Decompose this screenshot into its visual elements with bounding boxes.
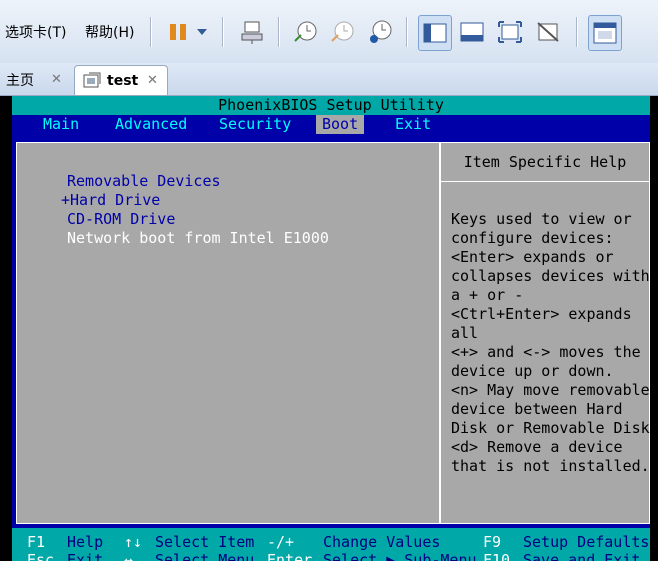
unity-button[interactable] [532, 15, 564, 49]
help-line: <Ctrl+Enter> expands [451, 305, 632, 323]
help-line: <d> Remove a device [451, 438, 623, 456]
help-line: all [451, 324, 479, 342]
network-computer-icon [241, 21, 263, 44]
tab-label: 主页 [6, 72, 34, 89]
revert-clock-icon [331, 21, 354, 42]
full-screen-icon [498, 21, 522, 43]
bios-key-legend: F1 Help ↑↓ Select Item -/+ Change Values… [12, 528, 650, 561]
vm-console[interactable]: PhoenixBIOS Setup Utility Main Advanced … [0, 96, 658, 561]
tab-label: test [107, 72, 139, 89]
help-line: <Enter> expands or [451, 248, 614, 266]
console-view-button[interactable] [588, 15, 622, 51]
key-desc: Setup Defaults [523, 533, 650, 551]
snapshot-manager-button[interactable] [364, 15, 396, 49]
chevron-down-icon [197, 29, 207, 35]
bios-menu-exit[interactable]: Exit [389, 115, 437, 134]
key-enter: Enter [267, 551, 313, 561]
help-line: device between Hard [451, 400, 623, 418]
show-library-button[interactable] [418, 15, 452, 51]
help-line: that is not installed. [451, 457, 650, 475]
boot-item-removable[interactable]: Removable Devices [67, 172, 221, 191]
snapshot-manager-icon [370, 20, 392, 43]
boot-item-hard-drive[interactable]: +Hard Drive [61, 191, 160, 210]
help-line: Keys used to view or [451, 210, 632, 228]
bios-menu-main[interactable]: Main [37, 115, 85, 134]
bios-title: PhoenixBIOS Setup Utility [12, 96, 650, 115]
help-line: a + or - [451, 286, 524, 304]
toolbar-separator [222, 17, 224, 47]
key-arrows-leftright: ↔ [124, 551, 134, 561]
bios-screen: PhoenixBIOS Setup Utility Main Advanced … [12, 96, 650, 561]
full-screen-button[interactable] [494, 15, 526, 49]
menu-tabs[interactable]: 选项卡(T) [5, 22, 66, 42]
toolbar-separator [150, 17, 152, 47]
vm-toolbar: 选项卡(T) 帮助(H) [0, 0, 658, 64]
boot-item-cdrom[interactable]: CD-ROM Drive [67, 210, 175, 229]
show-thumbnail-button[interactable] [456, 15, 488, 49]
pause-icon [170, 24, 186, 40]
item-help-panel: Item Specific Help Keys used to view or … [440, 142, 650, 524]
toolbar-separator [278, 17, 280, 47]
help-line: <n> May move removable [451, 381, 650, 399]
menu-help[interactable]: 帮助(H) [85, 22, 134, 42]
key-arrows-updown: ↑↓ [124, 533, 143, 551]
vm-icon [83, 72, 101, 87]
bios-menu-advanced[interactable]: Advanced [109, 115, 193, 134]
bios-menu-boot[interactable]: Boot [316, 115, 365, 134]
snapshot-clock-icon [294, 21, 317, 42]
key-minus-plus: -/+ [267, 533, 295, 551]
help-line: <+> and <-> moves the [451, 343, 641, 361]
tab-test[interactable]: test ✕ [74, 65, 168, 95]
boot-order-panel: Removable Devices +Hard Drive CD-ROM Dri… [16, 142, 440, 524]
revert-snapshot-button[interactable] [327, 15, 359, 49]
key-f10: F10 [483, 551, 511, 561]
bios-menubar: Main Advanced Security Boot Exit [12, 115, 650, 134]
vm-tab-strip: 主页 ✕ test ✕ [0, 63, 658, 96]
console-view-icon [593, 22, 617, 44]
key-desc: Help [67, 533, 104, 551]
power-dropdown-button[interactable] [190, 15, 214, 49]
key-esc: Esc [27, 551, 55, 561]
help-line: collapses devices with [451, 267, 650, 285]
help-line: Disk or Removable Disk [451, 419, 650, 437]
key-desc: Select Menu [155, 551, 255, 561]
tab-home[interactable]: 主页 ✕ [0, 65, 68, 94]
toolbar-separator [576, 17, 578, 47]
key-desc: Change Values [323, 533, 441, 551]
key-f1: F1 [27, 533, 46, 551]
close-icon[interactable]: ✕ [51, 72, 62, 87]
bios-menu-security[interactable]: Security [213, 115, 297, 134]
key-desc: Select ▶ Sub-Menu [323, 551, 477, 561]
toolbar-separator [406, 17, 408, 47]
key-desc: Exit [67, 551, 104, 561]
key-desc: Select Item [155, 533, 255, 551]
library-panel-icon [423, 23, 447, 43]
unity-mode-icon [537, 22, 559, 42]
help-line: configure devices: [451, 229, 614, 247]
key-desc: Save and Exit [523, 551, 641, 561]
help-line: device up or down. [451, 362, 614, 380]
thumbnail-bar-icon [460, 22, 484, 42]
close-icon[interactable]: ✕ [147, 73, 158, 88]
send-ctrl-alt-del-button[interactable] [236, 15, 268, 49]
take-snapshot-button[interactable] [290, 15, 322, 49]
boot-item-network[interactable]: Network boot from Intel E1000 [67, 229, 329, 248]
help-title: Item Specific Help [441, 143, 649, 182]
key-f9: F9 [483, 533, 502, 551]
